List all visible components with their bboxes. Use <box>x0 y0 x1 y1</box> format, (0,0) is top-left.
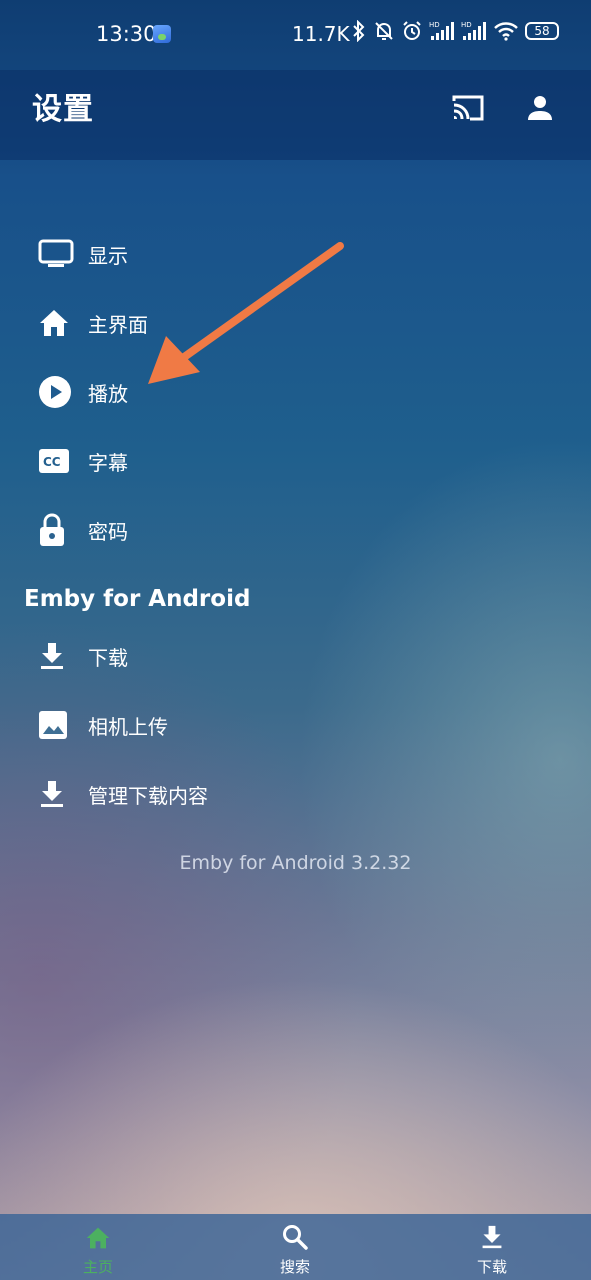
tab-label: 主页 <box>82 1258 113 1276</box>
menu-item-display[interactable]: 显示 <box>24 226 544 282</box>
menu-item-downloads[interactable]: 下载 <box>24 628 544 684</box>
tab-label: 搜索 <box>279 1258 310 1276</box>
status-bar: 13:30 11.7K HD HD 58 <box>0 0 591 70</box>
battery-level: 58 <box>534 24 550 38</box>
menu-item-camera-upload[interactable]: 相机上传 <box>24 697 544 753</box>
menu-item-playback[interactable]: 播放 <box>24 364 544 420</box>
status-time: 13:30 <box>96 22 157 46</box>
closed-caption-icon: CC <box>24 448 88 474</box>
menu-item-label: 相机上传 <box>88 714 168 739</box>
image-icon <box>24 710 88 740</box>
download-icon <box>24 641 88 671</box>
cast-icon <box>452 95 484 121</box>
tab-label: 下载 <box>476 1258 507 1276</box>
home-icon <box>24 308 88 338</box>
menu-item-home-screen[interactable]: 主界面 <box>24 295 544 351</box>
signal-hd-2-icon: HD <box>461 21 486 40</box>
wifi-icon <box>494 22 518 41</box>
menu-item-manage-downloads[interactable]: 管理下载内容 <box>24 766 544 822</box>
search-icon <box>283 1225 308 1250</box>
app-notification-icon <box>153 25 171 43</box>
tab-downloads[interactable]: 下载 <box>432 1214 552 1280</box>
alarm-icon <box>403 21 421 40</box>
battery-icon: 58 <box>525 22 559 40</box>
bottom-navigation: 主页 搜索 下载 <box>0 1214 591 1280</box>
download-icon <box>482 1225 502 1249</box>
app-version: Emby for Android 3.2.32 <box>179 852 412 874</box>
account-button[interactable] <box>520 88 560 128</box>
section-title-emby-for-android: Emby for Android <box>24 586 251 612</box>
home-icon <box>86 1227 110 1249</box>
lock-icon <box>24 513 88 547</box>
tab-home[interactable]: 主页 <box>38 1214 158 1280</box>
tv-icon <box>24 239 88 269</box>
play-circle-icon <box>24 375 88 409</box>
menu-item-label: 密码 <box>88 519 128 544</box>
menu-item-label: 字幕 <box>88 450 128 475</box>
menu-item-label: 显示 <box>88 243 128 268</box>
menu-item-password[interactable]: 密码 <box>24 502 544 558</box>
download-icon <box>24 779 88 809</box>
tab-search[interactable]: 搜索 <box>235 1214 355 1280</box>
cast-button[interactable] <box>448 88 488 128</box>
menu-item-label: 播放 <box>88 381 128 406</box>
mute-bell-icon <box>375 22 393 40</box>
menu-item-label: 管理下载内容 <box>88 783 208 808</box>
signal-hd-1-icon: HD <box>429 21 454 40</box>
menu-item-subtitles[interactable]: CC 字幕 <box>24 433 544 489</box>
menu-item-label: 主界面 <box>88 312 148 337</box>
bluetooth-icon <box>353 20 365 42</box>
page-title: 设置 <box>32 92 94 127</box>
network-speed: 11.7K <box>292 22 350 46</box>
user-icon <box>528 96 552 120</box>
svg-text:HD: HD <box>429 21 440 29</box>
status-icons: HD HD 58 <box>351 20 559 42</box>
svg-text:HD: HD <box>461 21 472 29</box>
svg-text:CC: CC <box>43 455 61 469</box>
menu-item-label: 下载 <box>88 645 128 670</box>
